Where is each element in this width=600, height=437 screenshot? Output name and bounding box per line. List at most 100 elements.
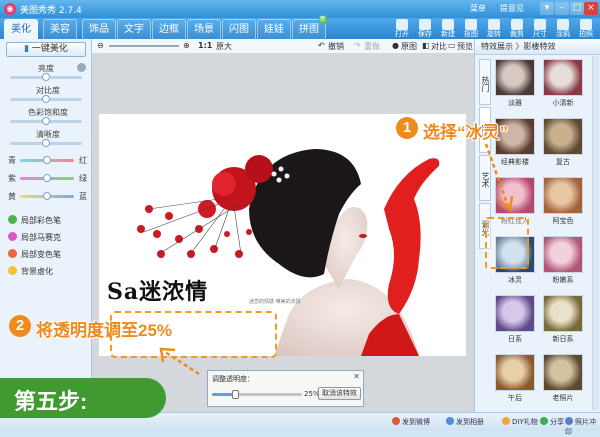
sharpness-knob[interactable] — [42, 139, 50, 147]
rotate-button[interactable]: 旋转 — [484, 19, 504, 39]
one-click-beautify-button[interactable]: ▮ 一键美化 — [6, 42, 86, 57]
cyan-red-slider[interactable] — [20, 156, 74, 164]
yellow-blue-slider[interactable] — [20, 192, 74, 200]
opacity-knob[interactable] — [231, 390, 239, 399]
cancel-effect-button[interactable]: 取消该特效 — [318, 387, 361, 400]
undo-icon[interactable]: ↶ — [318, 41, 325, 50]
colorpen-icon — [8, 215, 17, 224]
background-blur-tool[interactable]: 背景虚化 — [8, 266, 53, 277]
effects-scrollbar[interactable] — [592, 56, 599, 410]
brush-icon — [557, 19, 569, 30]
tab-text[interactable]: 文字 — [117, 19, 151, 39]
zoom-in-icon[interactable]: ⊕ — [183, 41, 190, 50]
effect-label: 老照片 — [552, 394, 574, 402]
local-color-pen-tool[interactable]: 局部彩色笔 — [8, 215, 61, 226]
cutout-icon — [465, 19, 477, 30]
sharpness-slider[interactable] — [10, 139, 82, 147]
canvas-toolbar: ⊖ ⊕ 1:1 原大 ↶ 撤销 ↷ 重做 ● 原图 ◧ 对比 ▭ 预览 — [92, 39, 474, 54]
tab-frame[interactable]: 边框 — [152, 19, 186, 39]
status-link[interactable]: 分享 — [540, 417, 564, 427]
local-mosaic-tool[interactable]: 局部马赛克 — [8, 232, 61, 243]
photo-slogan: Sa迷浓情 — [107, 279, 209, 305]
brightness-knob[interactable] — [42, 73, 50, 81]
undo-button[interactable]: 撤销 — [328, 41, 344, 52]
opacity-close-icon[interactable]: ✕ — [353, 372, 360, 381]
contrast-knob[interactable] — [42, 95, 50, 103]
green-label: 绿 — [79, 174, 87, 183]
brightness-slider[interactable] — [10, 73, 82, 81]
effect-item[interactable]: 阿宝色 — [542, 177, 584, 227]
status-link[interactable]: 照片冲印 — [565, 417, 600, 437]
new-button[interactable]: 新建 — [438, 19, 458, 39]
reset-icon[interactable] — [77, 63, 86, 72]
status-link[interactable]: 发到相册 — [446, 417, 484, 427]
close-button[interactable]: × — [584, 2, 598, 15]
actual-size-button[interactable]: 原大 — [216, 41, 232, 52]
preview-button[interactable]: 预览 — [457, 41, 473, 52]
original-icon[interactable]: ● — [392, 41, 399, 50]
compare-icon[interactable]: ◧ — [422, 41, 430, 50]
tab-flash[interactable]: 闪图 — [222, 19, 256, 39]
magenta-green-knob[interactable] — [43, 174, 51, 182]
original-button[interactable]: 原图 — [401, 41, 417, 52]
zoom-slider[interactable] — [109, 45, 179, 47]
tab-accessories[interactable]: 饰品 — [82, 19, 116, 39]
minimize-button[interactable]: – — [555, 2, 569, 15]
effect-thumbnail — [495, 59, 535, 96]
main-tabbar: 美化 美容 饰品 文字 边框 场景 闪图 娃娃 拼图 新 打开 保存 新建 抠图… — [0, 16, 600, 39]
tab-beauty[interactable]: 美容 — [43, 19, 77, 39]
skin-icon[interactable]: ▾ — [540, 2, 554, 15]
tab-doll[interactable]: 娃娃 — [257, 19, 291, 39]
effect-item[interactable]: 新日系 — [542, 295, 584, 345]
effect-item[interactable]: 粉嫩系 — [542, 236, 584, 286]
canvas-area[interactable]: Sa迷浓情 迷恋的情感 唯美的浓情 调整透明度： ✕ 25% 取消该特效 — [92, 54, 474, 412]
contrast-slider[interactable] — [10, 95, 82, 103]
tab-scene[interactable]: 场景 — [187, 19, 221, 39]
doodle-button[interactable]: 涂鸦 — [553, 19, 573, 39]
tab-beautify[interactable]: 美化 — [4, 19, 38, 39]
cutout-button[interactable]: 抠图 — [461, 19, 481, 39]
local-recolor-tool[interactable]: 局部变色笔 — [8, 249, 61, 260]
saturation-knob[interactable] — [42, 117, 50, 125]
effect-label: 冰灵 — [508, 276, 522, 284]
save-button[interactable]: 保存 — [415, 19, 435, 39]
compare-button[interactable]: 对比 — [431, 41, 447, 52]
effect-item[interactable]: 老照片 — [542, 354, 584, 404]
maximize-button[interactable]: □ — [570, 2, 584, 15]
effect-item[interactable]: 午后 — [494, 354, 536, 404]
selected-effect-highlight — [485, 217, 529, 269]
status-link[interactable]: DIY礼物 — [502, 417, 538, 427]
yellow-blue-knob[interactable] — [43, 192, 51, 200]
preview-icon[interactable]: ▭ — [448, 41, 456, 50]
effect-item[interactable]: 复古 — [542, 118, 584, 168]
step1-number: 1 — [396, 117, 418, 139]
side-tab-hot[interactable]: 热门 — [479, 59, 491, 105]
rotate-icon — [488, 19, 500, 30]
zoom-out-icon[interactable]: ⊖ — [97, 41, 104, 50]
saturation-label: 色彩饱和度 — [28, 108, 68, 117]
crop-button[interactable]: 裁剪 — [507, 19, 527, 39]
camera-button[interactable]: 拍照 — [576, 19, 596, 39]
opacity-slider[interactable] — [212, 390, 302, 399]
magenta-green-slider[interactable] — [20, 174, 74, 182]
effect-item[interactable]: 日系 — [494, 295, 536, 345]
open-button[interactable]: 打开 — [392, 19, 412, 39]
opacity-highlight — [110, 311, 277, 358]
status-link-icon — [446, 417, 454, 425]
status-link-icon — [392, 417, 400, 425]
effect-label: 粉嫩系 — [552, 276, 574, 284]
tab-collage[interactable]: 拼图 新 — [292, 16, 327, 39]
cyan-red-knob[interactable] — [43, 156, 51, 164]
effect-item[interactable]: 小清新 — [542, 59, 584, 109]
left-adjust-panel: ▮ 一键美化 亮度 对比度 色彩饱和度 清晰度 青 红 紫 绿 黄 蓝 局部彩色… — [0, 39, 92, 412]
status-link-label: 分享 — [550, 418, 564, 426]
saturation-slider[interactable] — [10, 117, 82, 125]
status-link[interactable]: 发到微博 — [392, 417, 430, 427]
magenta-label: 紫 — [8, 174, 16, 183]
menu-link[interactable]: 菜单 — [470, 3, 486, 14]
status-link-icon — [565, 417, 573, 425]
camera-icon — [580, 19, 592, 30]
resize-button[interactable]: 尺寸 — [530, 19, 550, 39]
effect-item[interactable]: 淡雅 — [494, 59, 536, 109]
feedback-link[interactable]: 提意见 — [500, 3, 524, 14]
